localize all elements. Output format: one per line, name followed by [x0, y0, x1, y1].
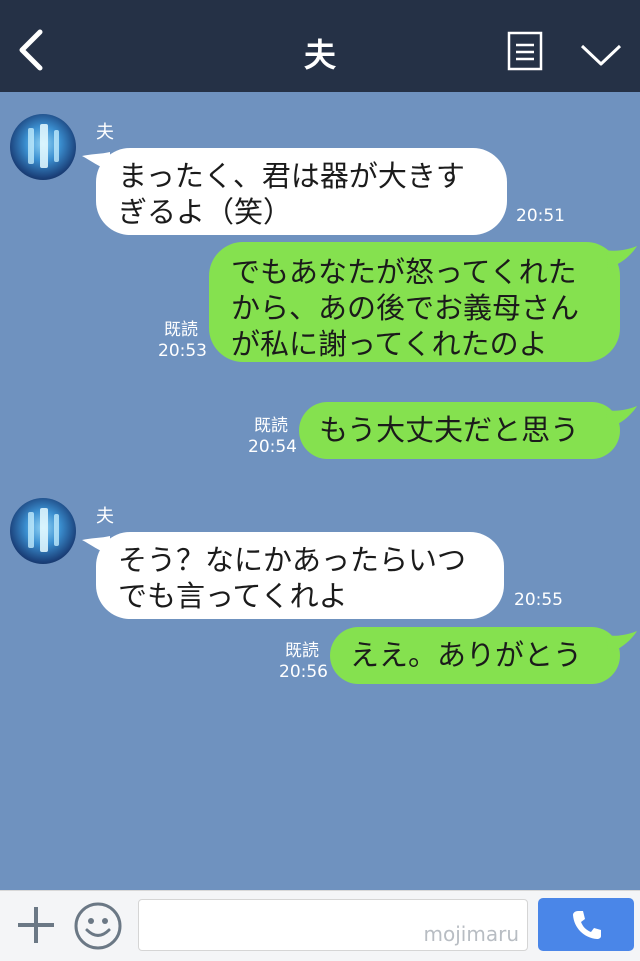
chevron-down-icon [580, 44, 622, 66]
add-button[interactable] [14, 903, 58, 947]
smiley-icon [74, 902, 122, 950]
read-receipt: 既読 20:54 [248, 416, 297, 458]
message-line: ええ。ありがとう [350, 638, 583, 672]
read-label: 既読 [285, 641, 319, 661]
message-time: 20:55 [514, 590, 563, 610]
chat-header: 夫 [0, 0, 640, 92]
read-receipt: 既読 20:53 [158, 320, 207, 362]
message-bubble[interactable]: まったく、君は器が大きす ぎるよ（笑） [96, 148, 507, 235]
message-line: もう大丈夫だと思う [319, 413, 580, 447]
message-time: 20:53 [158, 341, 207, 361]
emoji-button[interactable] [73, 901, 123, 951]
sender-name: 夫 [96, 506, 114, 527]
read-label: 既読 [164, 320, 198, 340]
message-bubble[interactable]: でもあなたが怒ってくれた から、あの後でお義母さん が私に謝ってくれたのよ [209, 242, 620, 362]
sender-name: 夫 [96, 122, 114, 143]
notes-icon [507, 31, 543, 71]
message-bubble[interactable]: もう大丈夫だと思う [299, 402, 620, 459]
bubble-tail [606, 246, 637, 268]
message-line: が私に謝ってくれたのよ [231, 327, 548, 361]
avatar[interactable] [10, 498, 76, 564]
message-input[interactable]: mojimaru [138, 899, 528, 951]
watermark-text: mojimaru [423, 922, 519, 946]
message-line: まったく、君は器が大きす [118, 159, 465, 193]
read-label: 既読 [254, 416, 288, 436]
bubble-tail [606, 631, 637, 653]
phone-icon [573, 911, 601, 939]
message-line: そう？なにかあったらいつ [118, 543, 467, 577]
message-line: でも言ってくれよ [118, 579, 348, 613]
message-line: ぎるよ（笑） [118, 195, 293, 229]
avatar[interactable] [10, 114, 76, 180]
message-composer: mojimaru [0, 890, 640, 961]
message-time: 20:51 [516, 206, 565, 226]
menu-toggle-button[interactable] [578, 40, 624, 68]
message-time: 20:54 [248, 437, 297, 457]
message-time: 20:56 [279, 662, 328, 682]
call-button[interactable] [538, 898, 634, 951]
message-line: から、あの後でお義母さん [231, 291, 580, 325]
notes-button[interactable] [507, 31, 543, 71]
chat-title: 夫 [303, 36, 336, 74]
message-line: でもあなたが怒ってくれた [231, 255, 577, 289]
message-bubble[interactable]: そう？なにかあったらいつ でも言ってくれよ [96, 532, 504, 619]
bubble-tail [606, 406, 637, 428]
message-bubble[interactable]: ええ。ありがとう [330, 627, 620, 684]
plus-icon [18, 907, 54, 943]
read-receipt: 既読 20:56 [279, 641, 328, 683]
message-list[interactable]: 夫 まったく、君は器が大きす ぎるよ（笑） 20:51 既読 20:53 でもあ… [0, 92, 640, 890]
